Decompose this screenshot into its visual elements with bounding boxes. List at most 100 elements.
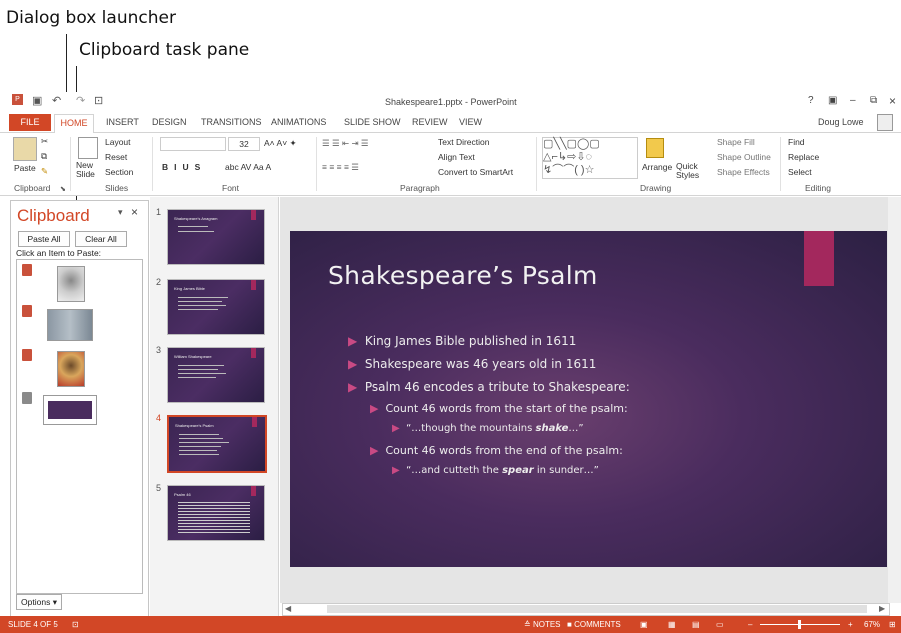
sub-bullet-1: ▶ Count 46 words from the start of the p…	[370, 402, 628, 415]
options-button[interactable]: Options ▾	[16, 594, 62, 610]
shape-outline-button[interactable]: Shape Outline	[717, 152, 771, 162]
slide-thumbnail[interactable]: Shakespeare's Anagram	[167, 209, 265, 265]
clipboard-item[interactable]	[17, 390, 147, 430]
scroll-left-icon[interactable]: ◀	[285, 604, 291, 613]
font-size-combo[interactable]: 32	[228, 137, 260, 151]
start-slideshow-icon[interactable]: ⊡	[94, 94, 103, 107]
help-button[interactable]: ?	[808, 95, 814, 106]
fit-slide-icon[interactable]: ⊞	[889, 620, 896, 629]
notes-button[interactable]: ≙ NOTES	[524, 620, 561, 629]
tab-design[interactable]: DESIGN	[152, 117, 187, 127]
thumb-accent	[251, 280, 256, 290]
layout-button[interactable]: Layout	[105, 137, 131, 147]
tab-insert[interactable]: INSERT	[106, 117, 139, 127]
thumb-dense-text	[178, 502, 250, 534]
copy-icon[interactable]: ⧉	[41, 151, 47, 162]
restore-button[interactable]: ⧉	[870, 95, 877, 106]
font-grow-icon[interactable]: A˄ A˅ ✦	[264, 138, 297, 149]
reading-view-icon[interactable]: ▤	[692, 620, 700, 629]
clipboard-item[interactable]	[17, 303, 147, 343]
redo-icon[interactable]: ↷	[76, 94, 85, 107]
align-icons[interactable]: ≡ ≡ ≡ ≡ ☰	[322, 162, 359, 173]
tab-view[interactable]: VIEW	[459, 117, 482, 127]
quick-styles-button[interactable]: Quick Styles	[676, 162, 702, 180]
save-icon[interactable]: ▣	[32, 94, 42, 107]
format-painter-icon[interactable]: ✎	[41, 166, 48, 177]
shape-effects-button[interactable]: Shape Effects	[717, 167, 770, 177]
undo-icon[interactable]: ↶	[52, 94, 61, 107]
bullet-text: Count 46 words from the start of the psa…	[385, 402, 628, 415]
thumb-number: 1	[156, 207, 162, 217]
current-slide[interactable]: Shakespeare’s Psalm ▶ King James Bible p…	[290, 231, 887, 567]
quote-emphasis: spear	[502, 465, 534, 476]
group-slides-label: Slides	[105, 183, 129, 193]
slide-title[interactable]: Shakespeare’s Psalm	[328, 261, 598, 290]
tab-slide-show[interactable]: SLIDE SHOW	[344, 117, 401, 127]
clip-type-icon	[22, 305, 32, 317]
section-button[interactable]: Section	[105, 167, 133, 177]
find-button[interactable]: Find	[788, 137, 805, 147]
slide-thumbnail[interactable]: King James Bible	[167, 279, 265, 335]
clipboard-item[interactable]	[17, 347, 147, 387]
thumb-title: Psalm 46	[174, 492, 191, 497]
cut-icon[interactable]: ✂	[41, 136, 48, 147]
slide-thumbnail-selected[interactable]: Shakespeare's Psalm	[167, 415, 267, 473]
normal-view-icon[interactable]: ▣	[640, 620, 648, 629]
slide-clip-preview	[48, 401, 92, 419]
scroll-right-icon[interactable]: ▶	[879, 604, 885, 613]
pane-close-icon[interactable]: ×	[131, 205, 138, 219]
arrange-icon[interactable]	[646, 138, 664, 158]
close-button[interactable]: ×	[889, 94, 896, 108]
font-name-combo[interactable]	[160, 137, 226, 151]
dialog-launcher-icon[interactable]: ⬊	[60, 185, 66, 193]
text-direction-button[interactable]: Text Direction	[438, 137, 490, 147]
font-format-buttons[interactable]: BIUS	[162, 162, 206, 172]
tab-animations[interactable]: ANIMATIONS	[271, 117, 326, 127]
zoom-out-icon[interactable]: –	[748, 620, 752, 629]
shape-fill-button[interactable]: Shape Fill	[717, 137, 755, 147]
reset-button[interactable]: Reset	[105, 152, 127, 162]
new-slide-button[interactable]: New Slide	[76, 161, 100, 179]
clipboard-item[interactable]	[17, 262, 147, 302]
comments-button[interactable]: ■ COMMENTS	[567, 620, 621, 629]
horizontal-scrollbar[interactable]: ◀ ▶	[282, 603, 890, 616]
slide-thumbnail[interactable]: William Shakespeare	[167, 347, 265, 403]
minimize-button[interactable]: –	[850, 95, 856, 106]
window-title: Shakespeare1.pptx - PowerPoint	[385, 97, 517, 107]
clear-all-button[interactable]: Clear All	[75, 231, 127, 247]
slide-thumbnail[interactable]: Psalm 46	[167, 485, 265, 541]
ribbon-display-button[interactable]: ▣	[828, 95, 837, 106]
tab-home[interactable]: HOME	[54, 114, 94, 133]
convert-smartart-button[interactable]: Convert to SmartArt	[438, 167, 513, 177]
slide-sorter-icon[interactable]: ▦	[668, 620, 676, 629]
new-slide-icon[interactable]	[78, 137, 98, 159]
paste-button[interactable]: Paste	[14, 163, 36, 173]
list-icons[interactable]: ☰ ☰ ⇤ ⇥ ☰	[322, 138, 369, 149]
font-effects-icons[interactable]: abc AV Aa A	[225, 162, 271, 172]
spell-check-icon[interactable]: ⊡	[72, 620, 79, 629]
thumb-line	[178, 309, 218, 310]
paste-icon[interactable]	[13, 137, 37, 161]
select-button[interactable]: Select	[788, 167, 812, 177]
vertical-scrollbar[interactable]	[888, 197, 901, 603]
paste-all-button[interactable]: Paste All	[18, 231, 70, 247]
zoom-in-icon[interactable]: +	[848, 620, 853, 629]
tab-review[interactable]: REVIEW	[412, 117, 448, 127]
avatar[interactable]	[877, 114, 893, 131]
replace-button[interactable]: Replace	[788, 152, 819, 162]
portrait-thumbnail	[57, 266, 85, 302]
user-name[interactable]: Doug Lowe	[818, 117, 864, 127]
align-text-button[interactable]: Align Text	[438, 152, 475, 162]
clip-type-icon	[22, 264, 32, 276]
slideshow-view-icon[interactable]: ▭	[716, 620, 724, 629]
callout-clipboard-pane: Clipboard task pane	[79, 40, 250, 60]
quote-text: “…and cutteth the	[406, 465, 503, 476]
scroll-thumb[interactable]	[327, 605, 867, 613]
pane-options-chevron-icon[interactable]: ▾	[118, 207, 123, 218]
zoom-slider-thumb[interactable]	[798, 620, 801, 629]
arrange-button[interactable]: Arrange	[642, 162, 672, 172]
tab-file[interactable]: FILE	[9, 114, 51, 131]
zoom-level[interactable]: 67%	[864, 620, 880, 629]
tab-transitions[interactable]: TRANSITIONS	[201, 117, 262, 127]
shapes-gallery[interactable]: ▢╲╲▢◯▢ △⌐↳⇨⇩◌ ↯⌒⌒( )☆	[542, 137, 638, 179]
